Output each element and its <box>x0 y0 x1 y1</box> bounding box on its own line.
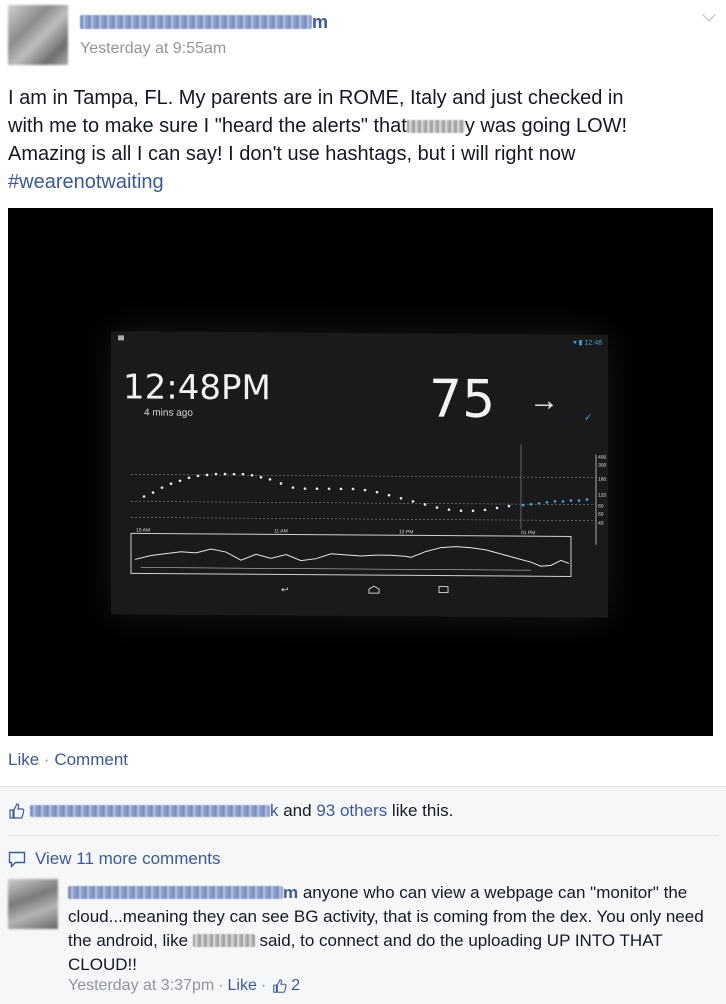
post-body: I am in Tampa, FL. My parents are in ROM… <box>8 87 628 193</box>
comment-body: m anyone who can view a webpage can "mon… <box>68 883 704 974</box>
svg-text:80: 80 <box>598 504 604 510</box>
post-photo[interactable]: ▾ ▮ 12:48 12:48PM 4 mins ago 75 → ✓ 400 … <box>8 208 713 736</box>
trend-arrow-icon: → <box>529 384 559 418</box>
svg-text:↩: ↩ <box>281 585 289 595</box>
thumbs-up-icon <box>9 803 25 819</box>
like-link[interactable]: Like <box>8 750 39 769</box>
author-avatar[interactable] <box>8 5 68 65</box>
post-timestamp[interactable]: Yesterday at 9:55am <box>80 40 226 58</box>
liker-link[interactable]: k <box>270 801 279 821</box>
hashtag-link[interactable]: #wearenotwaiting <box>8 171 164 193</box>
view-more-comments[interactable]: View 11 more comments <box>8 849 221 869</box>
redacted-name <box>30 805 270 817</box>
redacted-name <box>406 120 465 133</box>
upload-check-icon: ✓ <box>584 412 593 424</box>
others-link[interactable]: 93 others <box>316 801 387 821</box>
post-actions: Like · Comment <box>8 750 129 769</box>
svg-text:10 AM: 10 AM <box>136 527 150 533</box>
minutes-ago: 4 mins ago <box>144 407 193 419</box>
comment-link[interactable]: Comment <box>54 750 128 769</box>
svg-text:120: 120 <box>598 493 607 499</box>
chevron-down-icon[interactable] <box>702 8 716 22</box>
screen-time: 12:48PM <box>123 367 271 409</box>
bg-value: 75 <box>429 369 496 430</box>
comment-like-count[interactable]: 2 <box>291 977 300 995</box>
svg-text:300: 300 <box>598 463 607 469</box>
post-author[interactable]: m <box>80 11 328 33</box>
thumbs-up-icon <box>273 979 287 993</box>
comment-author[interactable]: m <box>68 883 298 902</box>
feedback-section: k and 93 others like this. View 11 more … <box>0 786 726 1004</box>
svg-text:40: 40 <box>598 521 604 527</box>
svg-text:60: 60 <box>598 512 604 518</box>
comment-meta: Yesterday at 3:37pm · Like · 2 <box>68 977 301 995</box>
status-bar-clock: ▾ ▮ 12:48 <box>573 339 602 347</box>
notification-icon <box>118 335 124 341</box>
tablet-screen: ▾ ▮ 12:48 12:48PM 4 mins ago 75 → ✓ 400 … <box>111 331 608 618</box>
comment-like-link[interactable]: Like <box>228 977 257 995</box>
svg-text:12 PM: 12 PM <box>399 529 413 535</box>
glucose-graph: 400 300 180 120 80 60 40 10 AM 11 AM 12 … <box>130 444 607 596</box>
redacted-name <box>192 934 255 947</box>
comment-timestamp[interactable]: Yesterday at 3:37pm <box>68 977 214 995</box>
svg-text:01 PM: 01 PM <box>521 530 535 536</box>
commenter-avatar[interactable] <box>8 879 58 929</box>
likes-summary: k and 93 others like this. <box>8 801 453 821</box>
svg-text:400: 400 <box>598 455 607 461</box>
redacted-name <box>80 15 312 29</box>
divider <box>8 835 718 836</box>
svg-text:11 AM: 11 AM <box>274 528 288 534</box>
svg-text:180: 180 <box>598 477 607 483</box>
comment-bubble-icon <box>8 851 26 868</box>
